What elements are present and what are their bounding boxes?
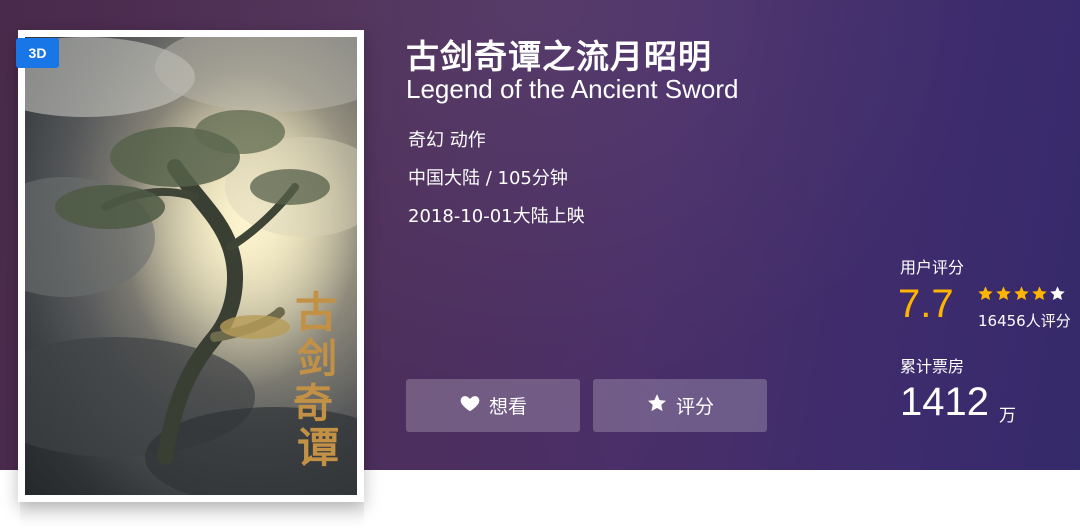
rate-button[interactable]: 评分 <box>593 379 767 432</box>
user-rating-label: 用户评分 <box>900 258 965 277</box>
movie-region-duration: 中国大陆 / 105分钟 <box>408 168 568 189</box>
poster-artwork: 古 剑 奇 谭 <box>25 37 357 495</box>
star-icon <box>646 392 668 419</box>
poster-char-4: 谭 <box>297 423 339 472</box>
user-rating-score: 7.7 <box>898 282 954 326</box>
star-empty-icon <box>1050 286 1065 301</box>
star-filled-icon <box>1032 286 1047 301</box>
movie-poster[interactable]: 古 剑 奇 谭 <box>25 37 357 495</box>
rating-count: 16456人评分 <box>978 312 1071 330</box>
movie-release-date: 2018-10-01大陆上映 <box>408 206 585 227</box>
box-office-label: 累计票房 <box>900 357 965 376</box>
poster-reflection <box>20 500 364 528</box>
3d-badge: 3D <box>16 38 59 68</box>
movie-poster-frame[interactable]: 古 剑 奇 谭 <box>18 30 364 502</box>
poster-char-2: 剑 <box>297 335 337 382</box>
want-to-watch-button[interactable]: 想看 <box>406 379 580 432</box>
star-filled-icon <box>978 286 993 301</box>
box-office-value: 1412 <box>900 380 989 424</box>
box-office-unit: 万 <box>999 406 1016 426</box>
want-to-watch-label: 想看 <box>488 396 527 418</box>
poster-char-3: 奇 <box>293 380 333 427</box>
star-filled-icon <box>996 286 1011 301</box>
star-filled-icon <box>1014 286 1029 301</box>
rate-label: 评分 <box>675 396 714 418</box>
rating-stars <box>977 285 1066 302</box>
movie-title-chinese: 古剑奇谭之流月昭明 <box>406 37 712 76</box>
movie-genres: 奇幻 动作 <box>408 130 486 151</box>
movie-title-english: Legend of the Ancient Sword <box>406 74 739 104</box>
heart-icon <box>459 392 481 419</box>
poster-char-1: 古 <box>295 288 337 337</box>
